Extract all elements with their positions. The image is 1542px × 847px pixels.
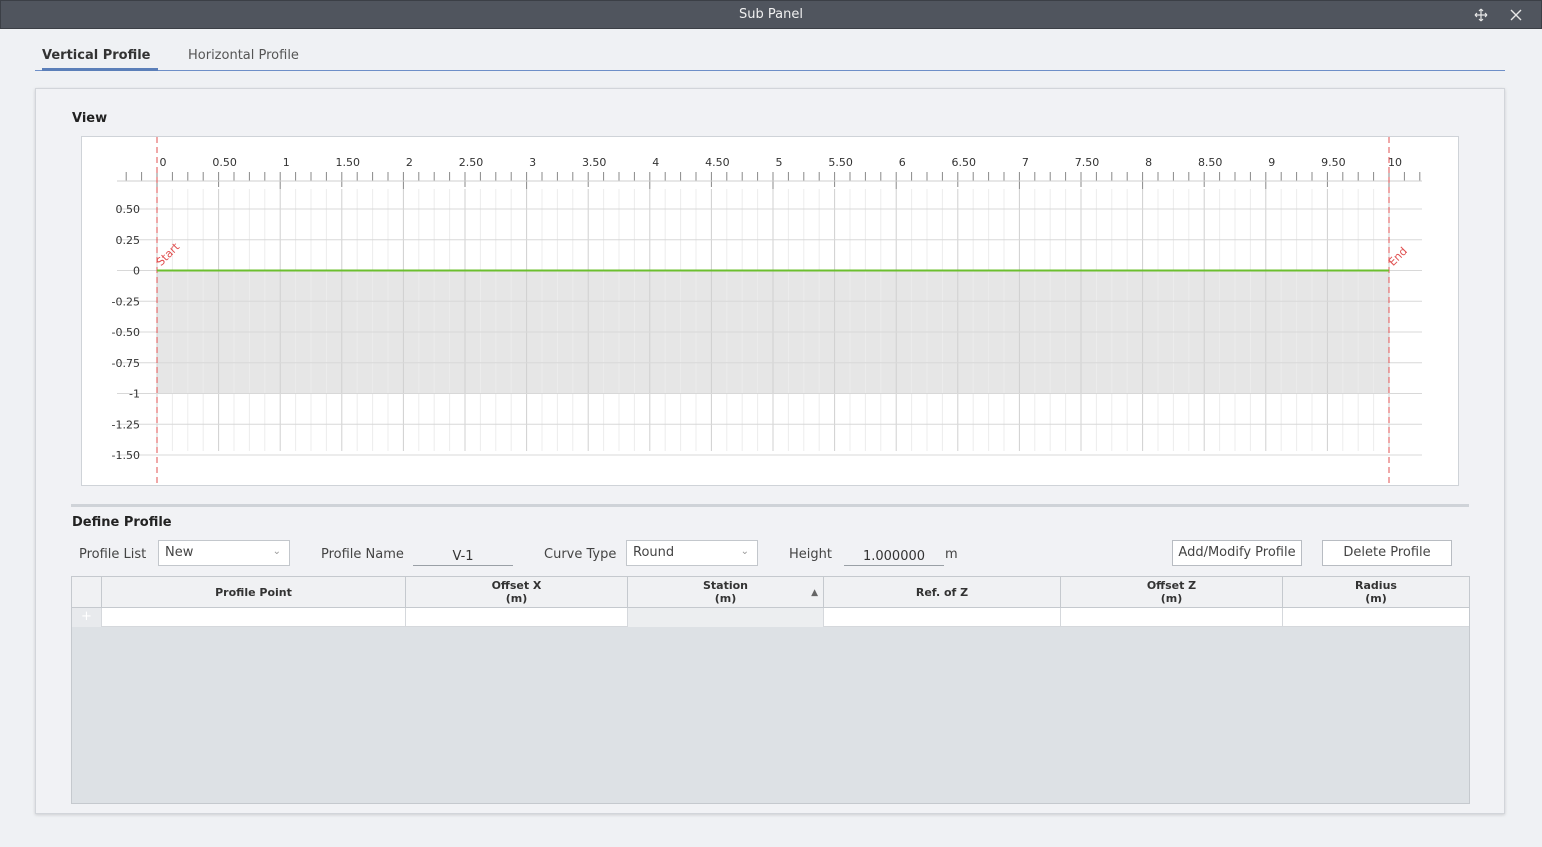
x-tick-label: 2	[406, 156, 413, 169]
section-divider	[71, 504, 1469, 507]
table-cell[interactable]	[1061, 608, 1283, 627]
add-modify-profile-button[interactable]: Add/Modify Profile	[1172, 540, 1302, 566]
add-row-icon[interactable]: +	[72, 608, 102, 627]
end-label: End	[1386, 245, 1410, 269]
y-tick-label: -0.75	[112, 357, 140, 370]
table-cell[interactable]	[406, 608, 628, 627]
x-tick-label: 0.50	[212, 156, 237, 169]
x-tick-label: 0	[160, 156, 167, 169]
view-section-title: View	[72, 111, 108, 126]
column-header-title: Radius	[1355, 579, 1397, 592]
column-header-unit: (m)	[505, 592, 528, 605]
chevron-down-icon: ⌄	[740, 546, 749, 557]
y-tick-label: -1	[129, 388, 140, 401]
column-header[interactable]: Station (m) ▲	[628, 577, 824, 607]
profile-name-label: Profile Name	[321, 547, 404, 562]
x-tick-label: 6	[899, 156, 906, 169]
x-tick-label: 5.50	[828, 156, 853, 169]
x-tick-label: 3	[529, 156, 536, 169]
start-label: Start	[154, 240, 183, 269]
x-tick-label: 6.50	[952, 156, 977, 169]
row-indicator-header	[72, 577, 102, 607]
chevron-down-icon: ⌄	[272, 546, 281, 557]
x-tick-label: 9.50	[1321, 156, 1346, 169]
close-icon[interactable]	[1506, 5, 1526, 25]
height-label: Height	[789, 547, 832, 562]
define-section-title: Define Profile	[72, 515, 172, 530]
column-header-unit: (m)	[1160, 592, 1183, 605]
table-cell[interactable]	[824, 608, 1061, 627]
height-input[interactable]	[844, 544, 944, 566]
window-title: Sub Panel	[739, 7, 803, 22]
x-tick-label: 10	[1388, 156, 1402, 169]
table-cell	[628, 608, 824, 627]
profile-name-input[interactable]	[413, 544, 513, 566]
column-header[interactable]: Offset Z (m)	[1061, 577, 1283, 607]
column-header[interactable]: Radius (m)	[1283, 577, 1469, 607]
y-tick-label: 0.25	[116, 234, 141, 247]
delete-profile-button[interactable]: Delete Profile	[1322, 540, 1452, 566]
x-tick-label: 9	[1268, 156, 1275, 169]
tab-horizontal-profile[interactable]: Horizontal Profile	[188, 48, 299, 71]
height-unit: m	[945, 547, 958, 562]
y-tick-label: -1.25	[112, 418, 140, 431]
profile-list-dropdown[interactable]: New ⌄	[158, 540, 290, 566]
y-tick-label: -0.50	[112, 326, 140, 339]
x-tick-label: 4.50	[705, 156, 730, 169]
curve-type-dropdown[interactable]: Round ⌄	[626, 540, 758, 566]
profile-table: Profile Point Offset X (m) Station (m) ▲ Re…	[71, 576, 1470, 804]
table-cell[interactable]	[102, 608, 406, 627]
column-header-title: Profile Point	[215, 585, 292, 599]
sort-ascending-icon: ▲	[811, 588, 818, 598]
table-new-row[interactable]: +	[72, 608, 1469, 627]
y-tick-label: -1.50	[112, 449, 140, 462]
table-header: Profile Point Offset X (m) Station (m) ▲ Re…	[72, 577, 1469, 608]
profile-chart: 0.50 0.25 0 -0.25 -0.50 -0.75 -1 -1.25 -1.50 0 0.5…	[112, 137, 1422, 485]
profile-list-value: New	[165, 545, 194, 560]
curve-type-value: Round	[633, 545, 675, 560]
y-tick-label: 0.50	[116, 203, 141, 216]
column-header-unit: (m)	[1365, 592, 1387, 605]
column-header[interactable]: Ref. of Z	[824, 577, 1061, 607]
tab-bar: Vertical Profile Horizontal Profile	[35, 40, 1505, 71]
y-tick-label: 0	[133, 265, 140, 278]
column-header-title: Station	[702, 579, 749, 592]
column-header-title: Offset X	[491, 579, 542, 592]
profile-view[interactable]: 0.50 0.25 0 -0.25 -0.50 -0.75 -1 -1.25 -1.50 0 0.5…	[81, 136, 1459, 486]
x-tick-label: 4	[652, 156, 659, 169]
x-tick-label: 7	[1022, 156, 1029, 169]
x-tick-label: 2.50	[459, 156, 484, 169]
title-bar: Sub Panel	[0, 0, 1542, 29]
x-tick-label: 1.50	[336, 156, 361, 169]
move-icon[interactable]	[1471, 5, 1491, 25]
x-tick-label: 7.50	[1075, 156, 1100, 169]
tab-vertical-profile[interactable]: Vertical Profile	[42, 48, 158, 71]
table-cell[interactable]	[1283, 608, 1469, 627]
x-tick-label: 8.50	[1198, 156, 1223, 169]
curve-type-label: Curve Type	[544, 547, 617, 562]
column-header[interactable]: Profile Point	[102, 577, 406, 607]
column-header-title: Offset Z	[1146, 579, 1197, 592]
x-tick-label: 8	[1145, 156, 1152, 169]
column-header-unit: (m)	[714, 592, 737, 605]
y-tick-label: -0.25	[112, 295, 140, 308]
column-header[interactable]: Offset X (m)	[406, 577, 628, 607]
column-header-title: Ref. of Z	[915, 585, 969, 599]
profile-list-label: Profile List	[79, 547, 147, 562]
x-tick-label: 5	[776, 156, 783, 169]
x-tick-label: 1	[283, 156, 290, 169]
x-tick-label: 3.50	[582, 156, 607, 169]
